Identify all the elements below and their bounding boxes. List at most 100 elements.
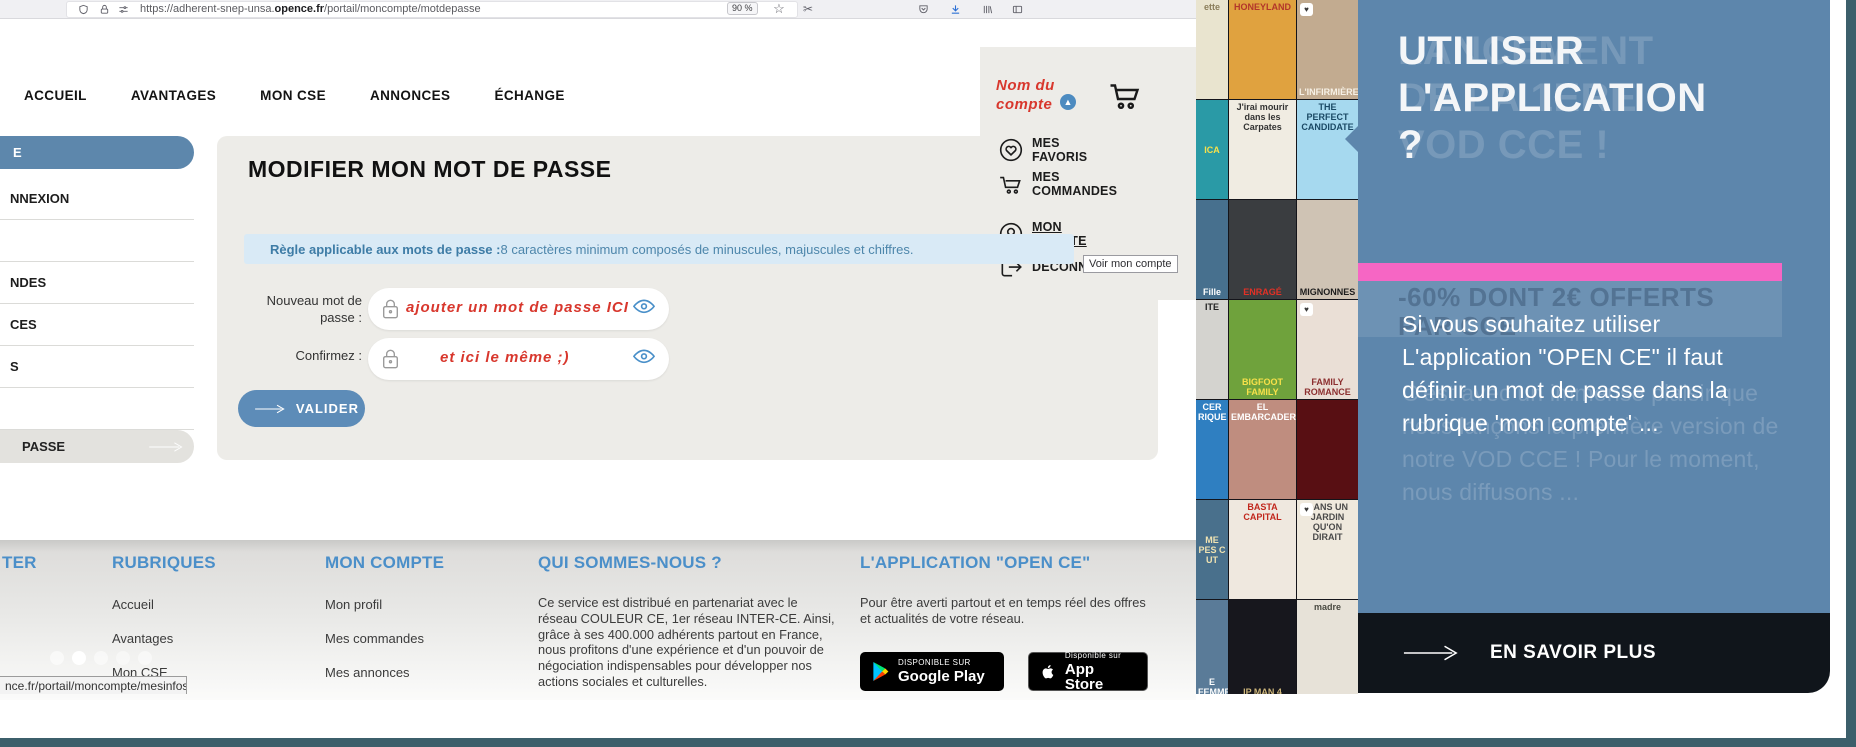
shield-icon[interactable] bbox=[76, 2, 90, 16]
movie-title: MIGNONNES bbox=[1299, 287, 1356, 297]
carousel-dot[interactable] bbox=[94, 651, 108, 665]
movie-title: ette bbox=[1203, 2, 1220, 12]
movie-poster[interactable]: IP MAN 4 bbox=[1229, 600, 1296, 694]
app-store-badge[interactable]: Disponible sur App Store bbox=[1028, 650, 1148, 693]
carousel-dot[interactable] bbox=[138, 651, 152, 665]
nav-item[interactable]: MON CSE bbox=[260, 88, 326, 103]
movie-poster[interactable]: ENRAGÉ bbox=[1229, 200, 1296, 299]
url-text[interactable]: https://adherent-snep-unsa.opence.fr/por… bbox=[140, 3, 481, 15]
show-password-icon[interactable] bbox=[632, 299, 656, 319]
arrow-right-icon bbox=[149, 441, 183, 452]
sidebar-item[interactable]: S bbox=[0, 346, 194, 388]
en-savoir-plus-button[interactable]: EN SAVOIR PLUS bbox=[1358, 613, 1830, 693]
browser-toolbar: https://adherent-snep-unsa.opence.fr/por… bbox=[0, 0, 1196, 19]
movie-poster[interactable]: EL EMBARCADERO bbox=[1229, 400, 1296, 499]
screenshot-extension-icon[interactable]: ✂ bbox=[801, 2, 815, 16]
library-icon[interactable] bbox=[980, 2, 994, 16]
menu-item-commandes[interactable]: MES COMMANDES bbox=[998, 170, 1118, 198]
sidebar-item-active[interactable]: E bbox=[0, 136, 194, 169]
movie-poster[interactable]: E FEMME bbox=[1196, 600, 1228, 694]
rule-bold-text: Règle applicable aux mots de passe : bbox=[270, 241, 501, 257]
window-frame-bottom bbox=[0, 738, 1856, 747]
carousel-dot[interactable] bbox=[72, 651, 86, 665]
bookmark-star-icon[interactable]: ☆ bbox=[772, 1, 786, 16]
new-password-input[interactable]: ajouter un mot de passe ICI bbox=[368, 288, 669, 330]
movie-poster[interactable]: HONEYLAND bbox=[1229, 0, 1296, 99]
show-password-icon[interactable] bbox=[632, 349, 656, 369]
menu-item-favoris[interactable]: MES FAVORIS bbox=[998, 136, 1118, 164]
confirm-password-input[interactable]: et ici le même ;) bbox=[368, 338, 669, 380]
screen: https://adherent-snep-unsa.opence.fr/por… bbox=[0, 0, 1856, 747]
heart-circle-icon bbox=[998, 137, 1024, 163]
nav-item[interactable]: ACCUEIL bbox=[24, 88, 87, 103]
download-icon[interactable] bbox=[948, 2, 962, 16]
movie-poster[interactable]: FAMILY ROMANCE bbox=[1297, 300, 1358, 399]
sidebar-item[interactable] bbox=[0, 220, 194, 262]
movie-title: EL EMBARCADERO bbox=[1231, 402, 1296, 422]
movie-title: E FEMME bbox=[1198, 677, 1228, 694]
cart-icon[interactable] bbox=[1106, 78, 1142, 110]
nav-item[interactable]: ÉCHANGE bbox=[494, 88, 564, 103]
movie-title: HONEYLAND bbox=[1233, 2, 1291, 12]
movie-poster[interactable]: ITE bbox=[1196, 300, 1228, 399]
browser-tooltip: Voir mon compte bbox=[1083, 255, 1178, 273]
footer-link[interactable]: Mes commandes bbox=[325, 631, 444, 646]
nav-item[interactable]: ANNONCES bbox=[370, 88, 450, 103]
movie-title: J'irai mourir dans les Carpates bbox=[1236, 102, 1289, 132]
movie-title: BIGFOOT FAMILY bbox=[1242, 377, 1283, 397]
footer-column-title: MON COMPTE bbox=[325, 553, 445, 572]
movie-title bbox=[1297, 448, 1358, 452]
movie-poster[interactable]: L'INFIRMIÈRE bbox=[1297, 0, 1358, 99]
carousel-dot[interactable] bbox=[116, 651, 130, 665]
sidebar-item[interactable]: NNEXION bbox=[0, 178, 194, 220]
apple-icon bbox=[1042, 664, 1054, 678]
footer-link[interactable]: Accueil bbox=[112, 597, 216, 612]
lock-icon bbox=[382, 349, 399, 369]
lock-icon[interactable] bbox=[97, 2, 111, 16]
movie-poster[interactable]: DANS UN JARDIN QU'ON DIRAIT bbox=[1297, 500, 1358, 599]
footer-column-title: QUI SOMMES-NOUS ? bbox=[538, 553, 722, 572]
sidebar-item[interactable]: CES bbox=[0, 304, 194, 346]
submit-button[interactable]: VALIDER bbox=[238, 390, 365, 427]
permissions-icon[interactable] bbox=[116, 2, 130, 16]
submit-label: VALIDER bbox=[295, 401, 359, 416]
footer-link[interactable]: Mon mot de passe bbox=[325, 699, 444, 700]
movie-title: ITE bbox=[1204, 302, 1219, 312]
badge-store-name: App Store bbox=[1064, 660, 1104, 693]
chevron-up-icon[interactable]: ▲ bbox=[1060, 94, 1076, 110]
footer-link[interactable]: Mon profil bbox=[325, 597, 444, 612]
footer-link[interactable]: Mes annonces bbox=[325, 665, 444, 680]
movie-poster[interactable]: ME PES C UT bbox=[1196, 500, 1228, 599]
movie-poster[interactable]: BASTA CAPITAL bbox=[1229, 500, 1296, 599]
rule-text: 8 caractères minimum composés de minuscu… bbox=[500, 241, 914, 257]
pocket-icon[interactable] bbox=[916, 2, 930, 16]
movie-poster[interactable]: BIGFOOT FAMILY bbox=[1229, 300, 1296, 399]
sidebar-toggle-icon[interactable] bbox=[1010, 2, 1024, 16]
movie-poster[interactable]: MIGNONNES bbox=[1297, 200, 1358, 299]
sidebar-item-password[interactable]: PASSE bbox=[0, 430, 194, 463]
movie-poster[interactable]: CER RIQUE bbox=[1196, 400, 1228, 499]
google-play-badge[interactable]: DISPONIBLE SUR Google Play bbox=[860, 652, 1004, 691]
movie-title: FAMILY ROMANCE bbox=[1304, 377, 1351, 397]
movie-poster[interactable]: J'irai mourir dans les Carpates bbox=[1229, 100, 1296, 199]
carousel-dots bbox=[50, 651, 152, 665]
cart-icon bbox=[998, 171, 1024, 197]
carousel-dot[interactable] bbox=[50, 651, 64, 665]
slide-title: UTILISER L'APPLICATION? bbox=[1398, 29, 1707, 167]
sidebar-item[interactable] bbox=[0, 388, 194, 430]
movie-poster[interactable] bbox=[1297, 400, 1358, 499]
badge-top-text: DISPONIBLE SUR bbox=[898, 658, 971, 667]
movie-poster[interactable]: ICA bbox=[1196, 100, 1228, 199]
movie-poster[interactable]: ette bbox=[1196, 0, 1228, 99]
movie-poster[interactable]: madre bbox=[1297, 600, 1358, 694]
menu-item-label: MES FAVORIS bbox=[1032, 136, 1088, 164]
cta-label: EN SAVOIR PLUS bbox=[1490, 642, 1657, 663]
pink-accent-bar bbox=[1358, 263, 1782, 281]
zoom-level-chip[interactable]: 90 % bbox=[727, 2, 758, 15]
footer-link[interactable]: Avantages bbox=[112, 631, 216, 646]
badge-top-text: Disponible sur bbox=[1064, 650, 1122, 660]
sidebar-item[interactable]: NDES bbox=[0, 262, 194, 304]
password-rule-banner: Règle applicable aux mots de passe : 8 c… bbox=[244, 234, 1074, 264]
movie-poster[interactable]: Fille bbox=[1196, 200, 1228, 299]
nav-item[interactable]: AVANTAGES bbox=[131, 88, 216, 103]
